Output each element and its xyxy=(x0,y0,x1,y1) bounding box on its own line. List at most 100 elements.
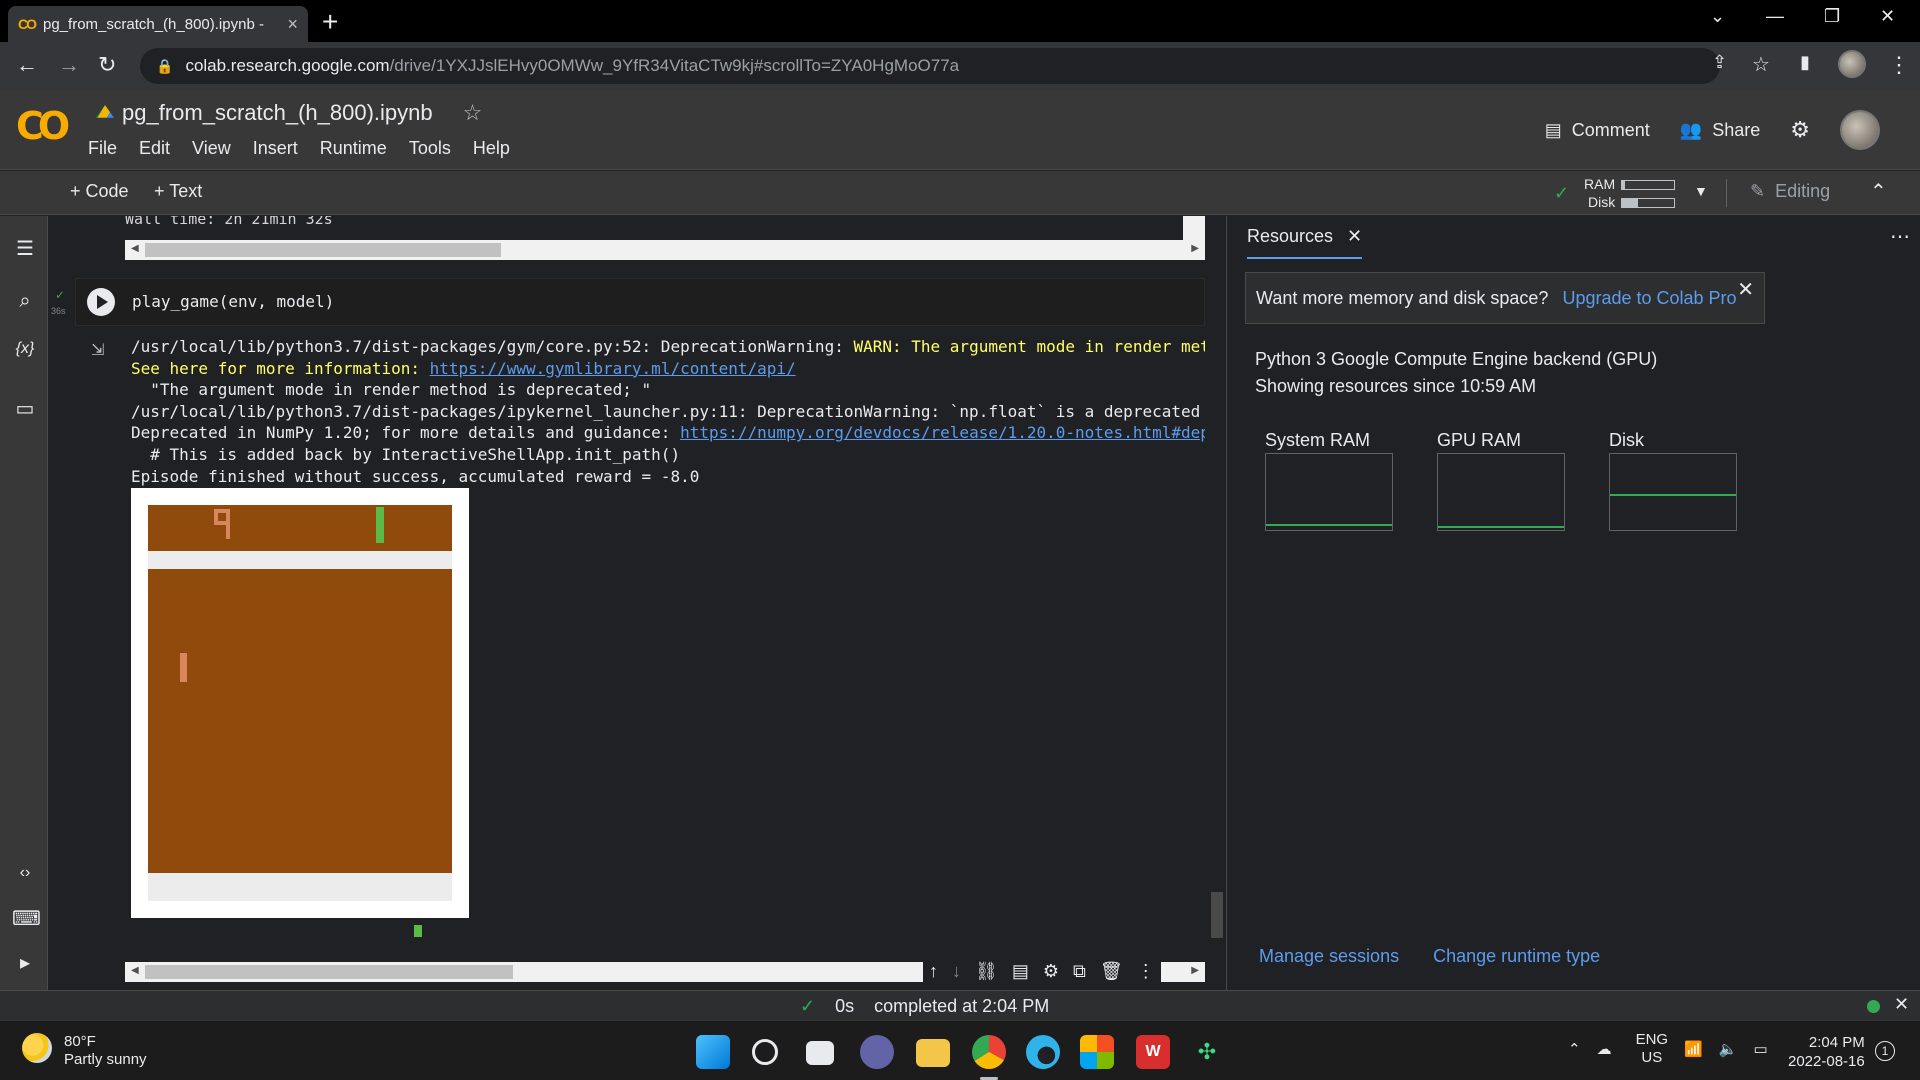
ram-meter xyxy=(1621,180,1676,191)
variables-icon[interactable]: {x} xyxy=(12,340,38,358)
upgrade-link[interactable]: Upgrade to Colab Pro xyxy=(1562,288,1736,309)
minimize-icon[interactable]: — xyxy=(1766,6,1784,27)
delete-cell-icon[interactable]: 🗑 xyxy=(1100,961,1123,982)
menu-file[interactable]: File xyxy=(88,138,117,159)
share-button[interactable]: 👥 Share xyxy=(1680,120,1760,141)
share-page-icon[interactable]: ⇪ xyxy=(1712,52,1727,73)
output-options-icon[interactable]: ⇲ xyxy=(91,340,104,360)
move-up-icon[interactable]: ↑ xyxy=(929,961,938,982)
edge-icon[interactable] xyxy=(1026,1035,1060,1069)
store-icon[interactable] xyxy=(1080,1035,1114,1069)
command-palette-icon[interactable]: ⌨ xyxy=(12,906,41,931)
menu-edit[interactable]: Edit xyxy=(139,138,170,159)
back-icon[interactable]: ← xyxy=(16,52,38,78)
code-snippets-icon[interactable]: ‹› xyxy=(12,864,38,882)
search-icon[interactable]: ⌕ xyxy=(12,290,38,313)
close-status-icon[interactable]: ✕ xyxy=(1894,994,1909,1015)
numpy-docs-link[interactable]: https://numpy.org/devdocs/release/1.20.0… xyxy=(680,423,1205,442)
resources-tab[interactable]: Resources ✕ xyxy=(1247,226,1363,259)
side-panel-icon[interactable]: ▮ xyxy=(1800,52,1810,73)
wps-office-icon[interactable]: W xyxy=(1136,1035,1170,1069)
scroll-left-icon[interactable]: ◀ xyxy=(131,965,139,976)
close-tab-icon[interactable]: × xyxy=(287,14,298,35)
manage-sessions-link[interactable]: Manage sessions xyxy=(1259,946,1399,967)
runtime-dropdown-icon[interactable]: ▼ xyxy=(1694,183,1708,199)
chrome-icon[interactable] xyxy=(972,1035,1006,1069)
resource-meter[interactable]: RAM Disk xyxy=(1558,175,1676,211)
close-banner-icon[interactable]: ✕ xyxy=(1737,277,1754,302)
clock[interactable]: 2:04 PM 2022-08-16 xyxy=(1788,1033,1865,1071)
ram-label: RAM xyxy=(1584,176,1616,192)
browser-menu-icon[interactable]: ⋮ xyxy=(1888,52,1910,78)
wifi-icon[interactable]: 📶 xyxy=(1684,1040,1703,1058)
volume-icon[interactable]: 🔈 xyxy=(1719,1040,1738,1058)
lock-icon: 🔒 xyxy=(156,57,174,74)
scroll-right-icon[interactable]: ▶ xyxy=(1191,243,1199,254)
language-indicator[interactable]: ENG US xyxy=(1636,1031,1669,1067)
files-folder-icon[interactable]: ▭ xyxy=(12,396,38,421)
star-icon[interactable]: ☆ xyxy=(463,100,483,126)
people-icon: 👥 xyxy=(1679,119,1703,140)
link-icon[interactable]: ⛓ xyxy=(975,961,998,982)
menu-view[interactable]: View xyxy=(192,138,231,159)
scroll-left-icon[interactable]: ◀ xyxy=(131,243,139,254)
panel-more-icon[interactable]: ⋯ xyxy=(1890,224,1910,249)
onedrive-icon[interactable]: ☁ xyxy=(1597,1040,1612,1058)
notification-badge[interactable]: 1 xyxy=(1875,1041,1895,1061)
forward-icon[interactable]: → xyxy=(58,52,80,78)
scroll-right-icon[interactable]: ▶ xyxy=(1191,965,1199,976)
scrollbar-thumb[interactable] xyxy=(145,965,513,979)
notebook-scrollbar-thumb[interactable] xyxy=(1211,892,1223,938)
cell-more-icon[interactable]: ⋮ xyxy=(1137,961,1155,982)
terminal-icon[interactable]: ▸ xyxy=(12,950,38,975)
editing-mode-button[interactable]: ✎ Editing xyxy=(1750,181,1830,202)
bookmark-star-icon[interactable]: ☆ xyxy=(1752,52,1770,77)
cell-code[interactable]: play_game(env, model) xyxy=(132,292,334,311)
windows-start-icon[interactable] xyxy=(696,1035,730,1069)
account-avatar[interactable] xyxy=(1840,110,1880,150)
menu-help[interactable]: Help xyxy=(473,138,510,159)
teams-chat-icon[interactable] xyxy=(860,1035,894,1069)
browser-tab[interactable]: CO pg_from_scratch_(h_800).ipynb - × xyxy=(8,6,308,42)
notebook-title[interactable]: pg_from_scratch_(h_800).ipynb xyxy=(122,100,433,126)
table-of-contents-icon[interactable]: ☰ xyxy=(12,236,38,261)
close-window-icon[interactable]: ✕ xyxy=(1880,6,1895,27)
mirror-cell-icon[interactable]: ⧉ xyxy=(1073,961,1086,982)
lang-primary: ENG xyxy=(1635,1031,1669,1048)
gauge-label: GPU RAM xyxy=(1437,430,1522,450)
comment-button[interactable]: ▤ Comment xyxy=(1545,120,1650,141)
settings-gear-icon[interactable]: ⚙ xyxy=(1790,117,1810,143)
run-cell-button[interactable] xyxy=(87,288,115,316)
backend-line-1: Python 3 Google Compute Engine backend (… xyxy=(1255,349,1658,369)
comment-cell-icon[interactable]: ▤ xyxy=(1012,961,1029,982)
collapse-header-icon[interactable]: ⌃ xyxy=(1870,179,1887,204)
colab-logo[interactable]: CO xyxy=(16,104,70,148)
restore-icon[interactable]: ❐ xyxy=(1824,6,1840,27)
reload-icon[interactable]: ↻ xyxy=(98,52,116,78)
change-runtime-link[interactable]: Change runtime type xyxy=(1433,946,1600,967)
task-view-icon[interactable] xyxy=(806,1041,834,1065)
app-icon[interactable]: ✣ xyxy=(1190,1035,1224,1069)
close-panel-icon[interactable]: ✕ xyxy=(1347,226,1362,247)
profile-avatar[interactable] xyxy=(1838,50,1866,78)
add-text-button[interactable]: + Text xyxy=(154,181,202,202)
menu-tools[interactable]: Tools xyxy=(409,138,451,159)
gym-docs-link[interactable]: https://www.gymlibrary.ml/content/api/ xyxy=(430,359,796,378)
new-tab-icon[interactable]: + xyxy=(322,6,338,38)
search-icon[interactable] xyxy=(752,1039,778,1065)
battery-icon[interactable]: ▭ xyxy=(1753,1040,1767,1058)
tab-search-icon[interactable]: ⌄ xyxy=(1710,6,1725,27)
move-down-icon[interactable]: ↓ xyxy=(952,961,961,982)
tray-expand-icon[interactable]: ⌃ xyxy=(1568,1040,1581,1058)
scrollbar-thumb[interactable] xyxy=(145,243,501,257)
file-explorer-icon[interactable] xyxy=(916,1039,950,1067)
cell-settings-icon[interactable]: ⚙ xyxy=(1043,961,1059,982)
menu-runtime[interactable]: Runtime xyxy=(320,138,387,159)
output-horizontal-scrollbar-top[interactable]: ◀ ▶ xyxy=(125,240,1205,260)
weather-widget[interactable]: 80°F Partly sunny xyxy=(22,1033,147,1069)
address-bar[interactable]: 🔒 colab.research.google.com /drive/1YXJJ… xyxy=(140,48,1720,84)
backend-info: Python 3 Google Compute Engine backend (… xyxy=(1255,346,1657,400)
gauge-chart xyxy=(1265,453,1393,531)
menu-insert[interactable]: Insert xyxy=(253,138,298,159)
add-code-button[interactable]: + Code xyxy=(70,181,129,202)
